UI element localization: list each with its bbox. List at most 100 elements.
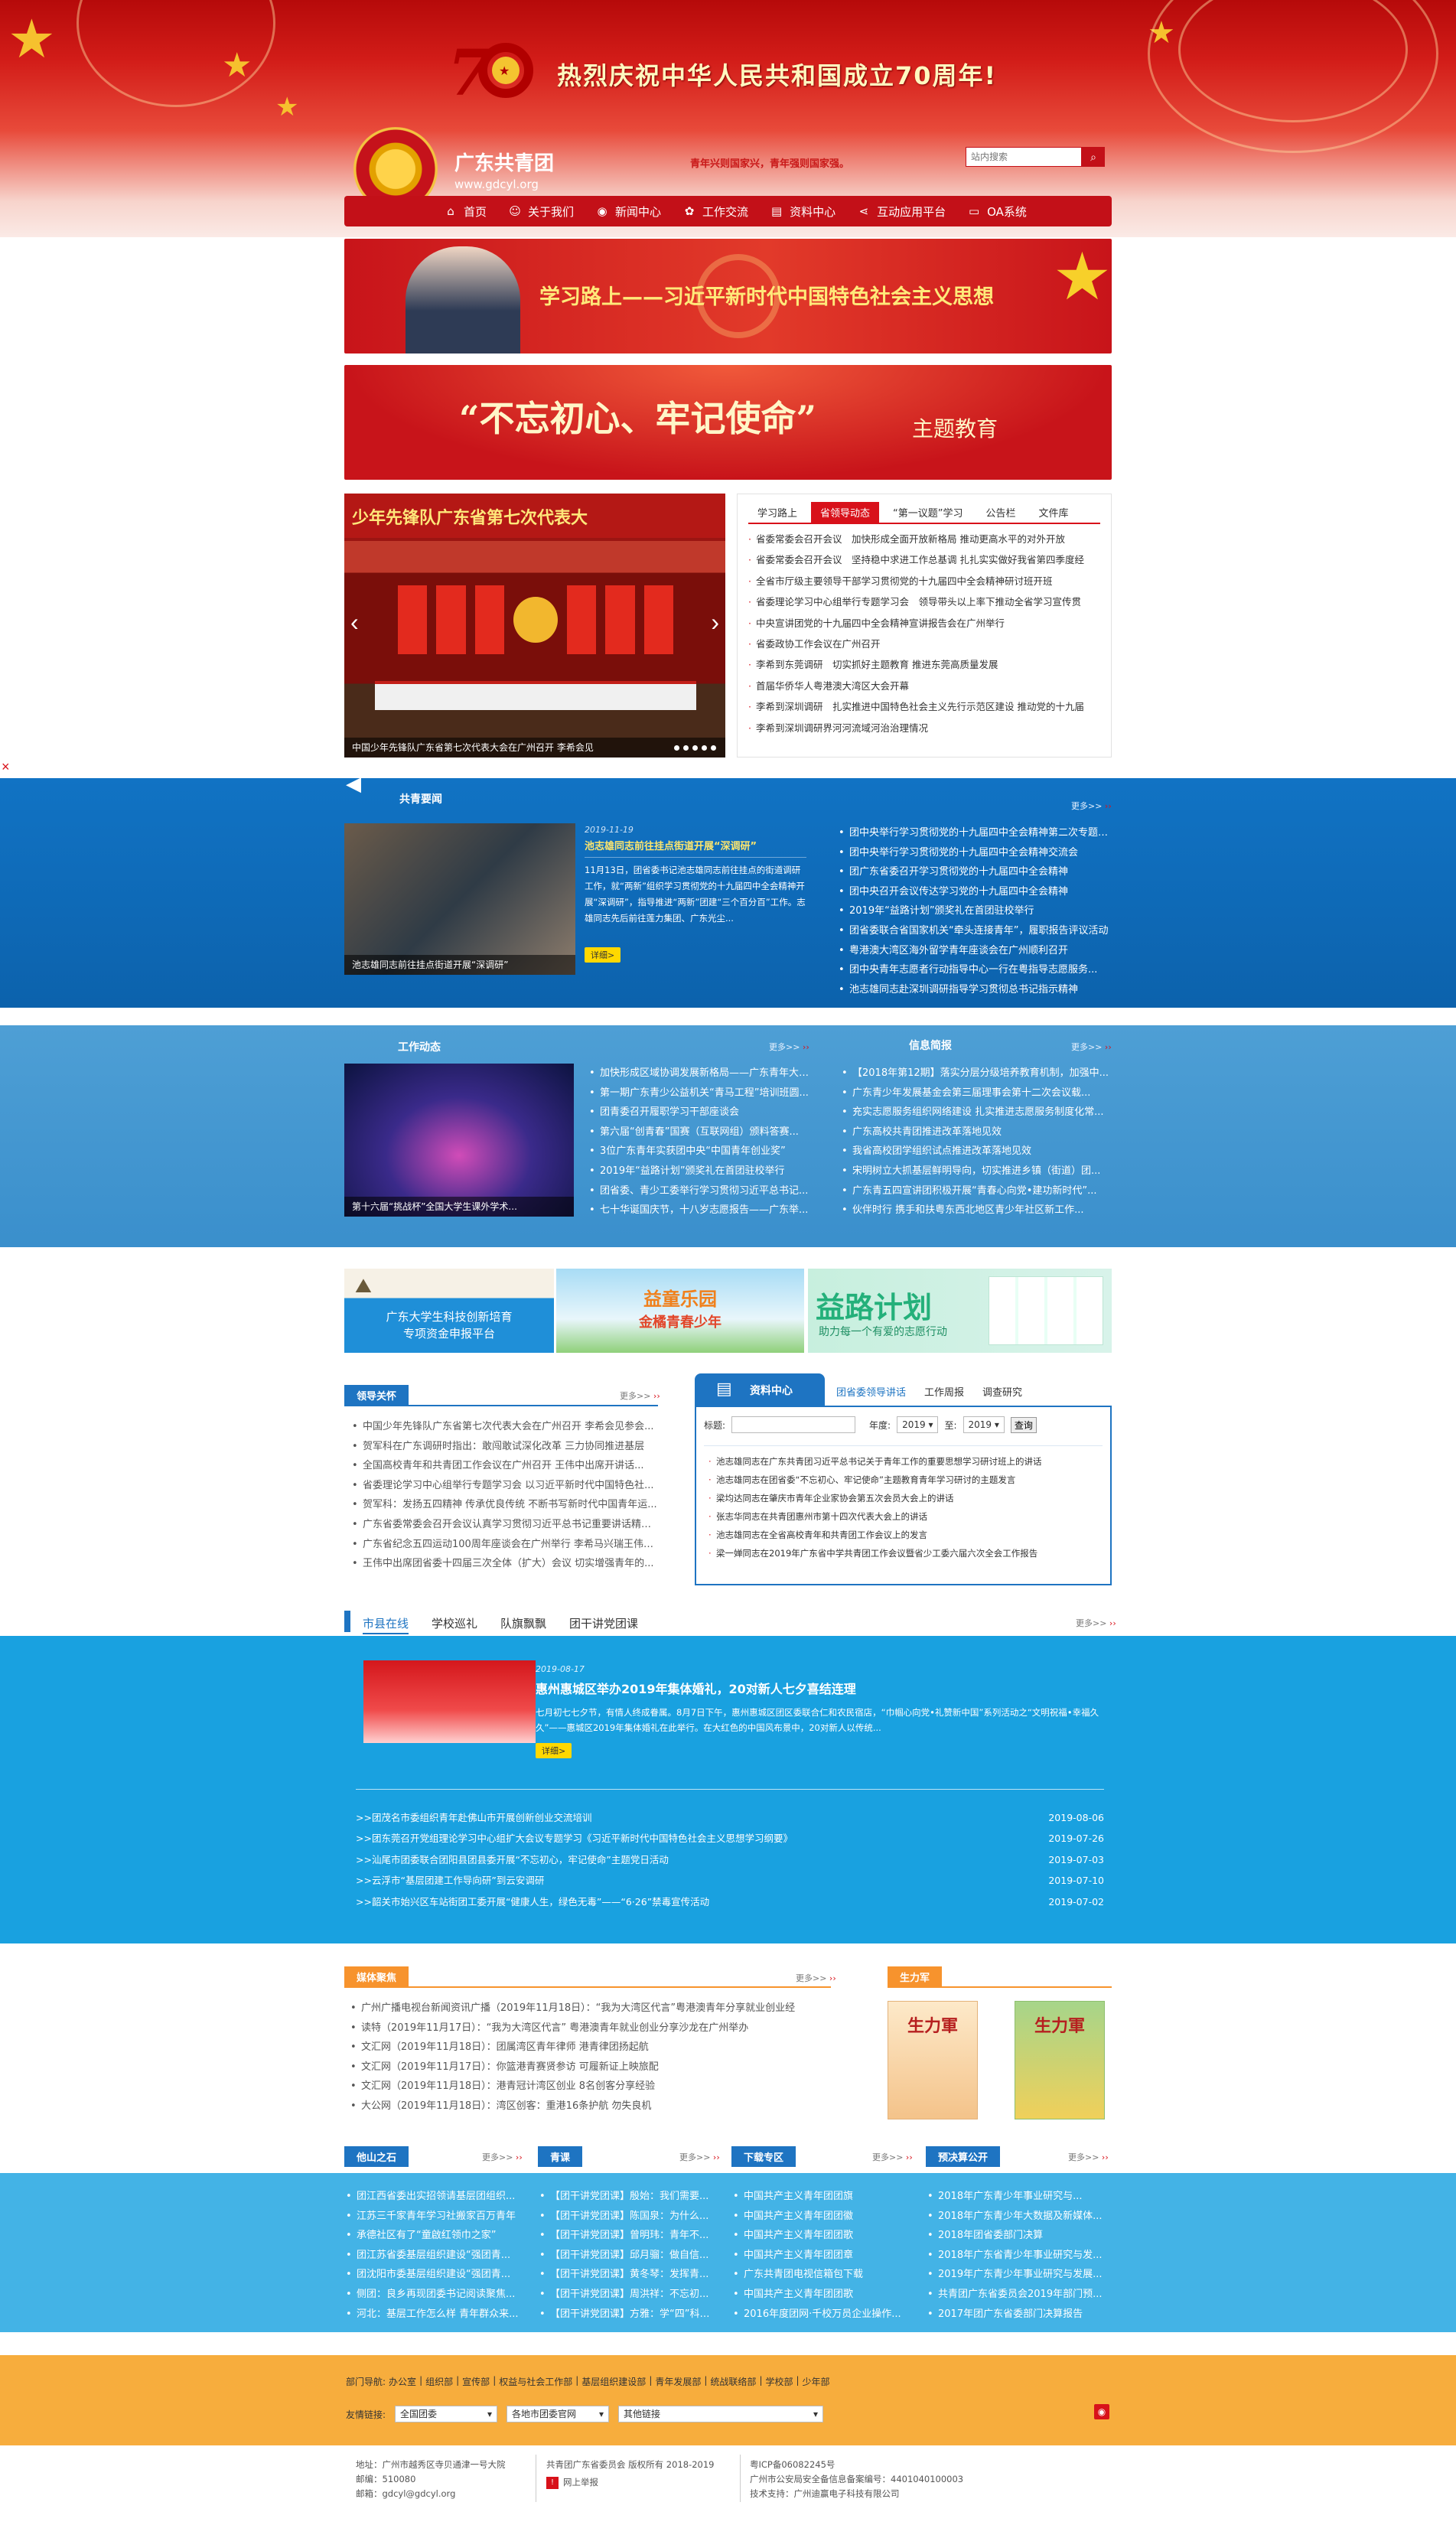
report-link[interactable]: ! 网上举报 <box>546 2475 715 2490</box>
dept-link[interactable]: 权益与社会工作部 <box>499 2375 572 2388</box>
city-detail-button[interactable]: 详细> <box>536 1743 572 1758</box>
list-item[interactable]: 池志雄同志在全省高校青年和共青团工作会议上的发言 <box>704 1526 1103 1544</box>
list-item[interactable]: 省委政协工作会议在广州召开 <box>744 634 1103 654</box>
promo-youth-park[interactable]: 益童乐园 金橘青春少年 <box>556 1269 804 1353</box>
list-item[interactable]: 首届华侨华人粤港澳大湾区大会开幕 <box>744 676 1103 696</box>
tab-weekly-report[interactable]: 工作周报 <box>924 1384 964 1399</box>
tab-notices[interactable]: 公告栏 <box>977 502 1025 523</box>
nav-resources[interactable]: ▤ 资料中心 <box>770 204 835 220</box>
tab-school-tour[interactable]: 学校巡礼 <box>432 1615 477 1634</box>
dept-link[interactable]: 宣传部 <box>462 2375 490 2388</box>
list-item[interactable]: 中国共产主义青年团团歌 <box>733 2285 909 2305</box>
work-photo[interactable]: 第十六届“挑战杯”全国大学生课外学术... <box>344 1064 574 1217</box>
list-item[interactable]: 池志雄同志在广东共青团习近平总书记关于青年工作的重要思想学习研讨班上的讲话 <box>704 1452 1103 1471</box>
list-item[interactable]: 【团干讲党团课】陈国泉：为什么... <box>539 2207 715 2227</box>
list-item[interactable]: 【团干讲党团课】周洪祥：不忘初... <box>539 2285 715 2305</box>
list-item[interactable]: 梁均达同志在肇庆市青年企业家协会第五次会员大会上的讲话 <box>704 1489 1103 1507</box>
list-item[interactable]: 大公网（2019年11月18日）：湾区创客：重港16条护航 勿失良机 <box>350 2097 831 2116</box>
list-item[interactable]: 团中央召开会议传达学习党的十九届四中全会精神 <box>839 882 1112 902</box>
list-item[interactable]: 团中央举行学习贯彻党的十九届四中全会精神第二次专题交流会 <box>839 823 1112 843</box>
list-item[interactable]: 2016年度团网·千校万员企业操作... <box>733 2305 909 2325</box>
list-item[interactable]: 2018年广东省青少年事业研究与发... <box>927 2246 1112 2266</box>
resource-title-input[interactable] <box>731 1416 856 1433</box>
year-to-select[interactable]: 2019 ▾ <box>963 1416 1005 1433</box>
slider-dot[interactable] <box>711 745 716 751</box>
work-more[interactable]: 更多>> <box>769 1041 809 1053</box>
list-item[interactable]: 粤港澳大湾区海外留学青年座谈会在广州顺利召开 <box>839 941 1112 961</box>
table-row[interactable]: >>汕尾市团委联合团阳县团县委开展“不忘初心，牢记使命”主题党日活动 2019-0… <box>356 1849 1104 1870</box>
gq-news-more[interactable]: 更多>> <box>1071 800 1112 812</box>
list-item[interactable]: 广东青五四宣讲团积极开展“青春心向党•建功新时代”... <box>842 1181 1112 1201</box>
tab-city-online[interactable]: 市县在线 <box>363 1615 409 1634</box>
nav-work[interactable]: ✿ 工作交流 <box>682 204 748 220</box>
float-close-button[interactable]: × <box>2 759 10 775</box>
list-item[interactable]: 省委常委会召开会议 加快形成全面开放新格局 推动更高水平的对外开放 <box>744 529 1103 549</box>
dept-link[interactable]: 青年发展部 <box>655 2375 701 2388</box>
list-item[interactable]: 宋明树立大抓基层鲜明导向，切实推进乡镇（街道）团... <box>842 1162 1112 1181</box>
list-item[interactable]: 广州广播电视台新闻资讯广播（2019年11月18日）：“我为大湾区代言”粤港澳青… <box>350 1999 831 2018</box>
nav-about[interactable]: ☺ 关于我们 <box>508 204 574 220</box>
list-item[interactable]: 广东共青团电视信箱包下载 <box>733 2265 909 2285</box>
info-more[interactable]: 更多>> <box>1071 1041 1112 1053</box>
slider-prev-button[interactable]: ‹ <box>350 608 359 637</box>
list-item[interactable]: 广东省委常委会召开会议认真学习贯彻习近平总书记重要讲话精神... <box>352 1515 658 1535</box>
list-item[interactable]: 池志雄同志在团省委“不忘初心、牢记使命”主题教育青年学习研讨的主题发言 <box>704 1471 1103 1489</box>
year-from-select[interactable]: 2019 ▾ <box>897 1416 939 1433</box>
list-item[interactable]: 省委理论学习中心组举行专题学习会 领导带头以上率下推动全省学习宣传贯 <box>744 591 1103 612</box>
list-item[interactable]: 2019年“益路计划”颁奖礼在首团驻校举行 <box>589 1162 811 1181</box>
list-item[interactable]: 中国共产主义青年团团旗 <box>733 2187 909 2207</box>
nav-oa[interactable]: ▭ OA系统 <box>967 204 1027 220</box>
list-item[interactable]: 【团干讲党团课】方雅：学“四”科学... <box>539 2305 715 2325</box>
list-item[interactable]: 张志华同志在共青团惠州市第十四次代表大会上的讲话 <box>704 1507 1103 1526</box>
col-more[interactable]: 更多>> <box>482 2151 523 2163</box>
list-item[interactable]: 中国共产主义青年团团歌 <box>733 2226 909 2246</box>
slider-next-button[interactable]: › <box>711 608 719 637</box>
list-item[interactable]: 河北：基层工作怎么样 青年群众来... <box>346 2305 522 2325</box>
list-item[interactable]: 3位广东青年实获团中央“中国青年创业奖” <box>589 1142 811 1162</box>
dept-link[interactable]: 学校部 <box>765 2375 793 2388</box>
list-item[interactable]: 李希到东莞调研 切实抓好主题教育 推进东莞高质量发展 <box>744 654 1103 675</box>
list-item[interactable]: 2019年广东青少年事业研究与发展... <box>927 2265 1112 2285</box>
list-item[interactable]: 广东青少年发展基金会第三届理事会第十二次会议载... <box>842 1083 1112 1103</box>
list-item[interactable]: 共青团广东省委员会2019年部门预... <box>927 2285 1112 2305</box>
tab-study-road[interactable]: 学习路上 <box>748 502 806 523</box>
table-row[interactable]: >>团东莞召开党组理论学习中心组扩大会议专题学习《习近平新时代中国特色社会主义思… <box>356 1828 1104 1849</box>
list-item[interactable]: 侧团：良乡再现团委书记阅读聚焦... <box>346 2285 522 2305</box>
friend-link-select[interactable]: 其他链接 ▾ <box>618 2406 824 2422</box>
tab-research[interactable]: 调查研究 <box>982 1384 1022 1399</box>
list-item[interactable]: 七十华诞国庆节，十八岁志愿报告——广东举... <box>589 1201 811 1220</box>
table-row[interactable]: >>韶关市始兴区车站街团工委开展“健康人生，绿色无毒”——“6·26”禁毒宣传活… <box>356 1891 1104 1912</box>
list-item[interactable]: 江苏三千家青年学习社搬家百万青年 <box>346 2207 522 2227</box>
list-item[interactable]: 池志雄同志赴深圳调研指导学习贯彻总书记指示精神 <box>839 980 1112 1000</box>
list-item[interactable]: 团省委联合省国家机关“牵头连接青年”，履职报告评议活动 <box>839 921 1112 941</box>
gq-news-headline[interactable]: 池志雄同志前往挂点街道开展“深调研” <box>585 838 806 852</box>
slider-dot[interactable] <box>702 745 707 751</box>
list-item[interactable]: 团中央青年志愿者行动指导中心一行在粤指导志愿服务... <box>839 960 1112 980</box>
nav-news[interactable]: ◉ 新闻中心 <box>595 204 661 220</box>
list-item[interactable]: 团江苏省委基层组织建设“强团青... <box>346 2246 522 2266</box>
slider-dot[interactable] <box>674 745 679 751</box>
list-item[interactable]: 全省市厅级主要领导干部学习贯彻党的十九届四中全会精神研讨班开班 <box>744 571 1103 591</box>
list-item[interactable]: 加快形成区域协调发展新格局——广东青年大学... <box>589 1064 811 1083</box>
list-item[interactable]: 【团干讲党团课】黄冬琴：发挥青... <box>539 2265 715 2285</box>
list-item[interactable]: 文汇网（2019年11月18日）：港青冠计湾区创业 8名创客分享经验 <box>350 2077 831 2097</box>
nav-home[interactable]: ⌂ 首页 <box>444 204 487 220</box>
list-item[interactable]: 贺军科：发扬五四精神 传承优良传统 不断书写新时代中国青年运... <box>352 1495 658 1515</box>
list-item[interactable]: 李希到深圳调研 扎实推进中国特色社会主义先行示范区建设 推动党的十九届 <box>744 696 1103 717</box>
tab-team-flag[interactable]: 队旗飘飘 <box>500 1615 546 1634</box>
list-item[interactable]: 团青委召开履职学习干部座谈会 <box>589 1103 811 1122</box>
query-button[interactable]: 查询 <box>1010 1416 1037 1433</box>
slider-dot[interactable] <box>692 745 698 751</box>
list-item[interactable]: 2018年广东青少年事业研究与... <box>927 2187 1112 2207</box>
list-item[interactable]: 【团干讲党团课】邱月骝：做自信... <box>539 2246 715 2266</box>
list-item[interactable]: 广东省纪念五四运动100周年座谈会在广州举行 李希马兴瑞王伟中... <box>352 1535 658 1555</box>
list-item[interactable]: 第一期广东青少公益机关“青马工程”培训班圆... <box>589 1083 811 1103</box>
list-item[interactable]: 李希到深圳调研界河河流域河治治理情况 <box>744 718 1103 738</box>
list-item[interactable]: 我省高校团学组织试点推进改革落地见效 <box>842 1142 1112 1162</box>
list-item[interactable]: 全国高校青年和共青团工作会议在广州召开 王伟中出席开讲话... <box>352 1456 658 1476</box>
list-item[interactable]: 团广东省委召开学习贯彻党的十九届四中全会精神 <box>839 862 1112 882</box>
list-item[interactable]: 团省委、青少工委举行学习贯彻习近平总书记... <box>589 1181 811 1201</box>
city-photo[interactable] <box>363 1660 536 1743</box>
city-more[interactable]: 更多>> <box>1076 1617 1116 1629</box>
table-row[interactable]: >>云浮市“基层团建工作导向研”到云安调研 2019-07-10 <box>356 1870 1104 1891</box>
